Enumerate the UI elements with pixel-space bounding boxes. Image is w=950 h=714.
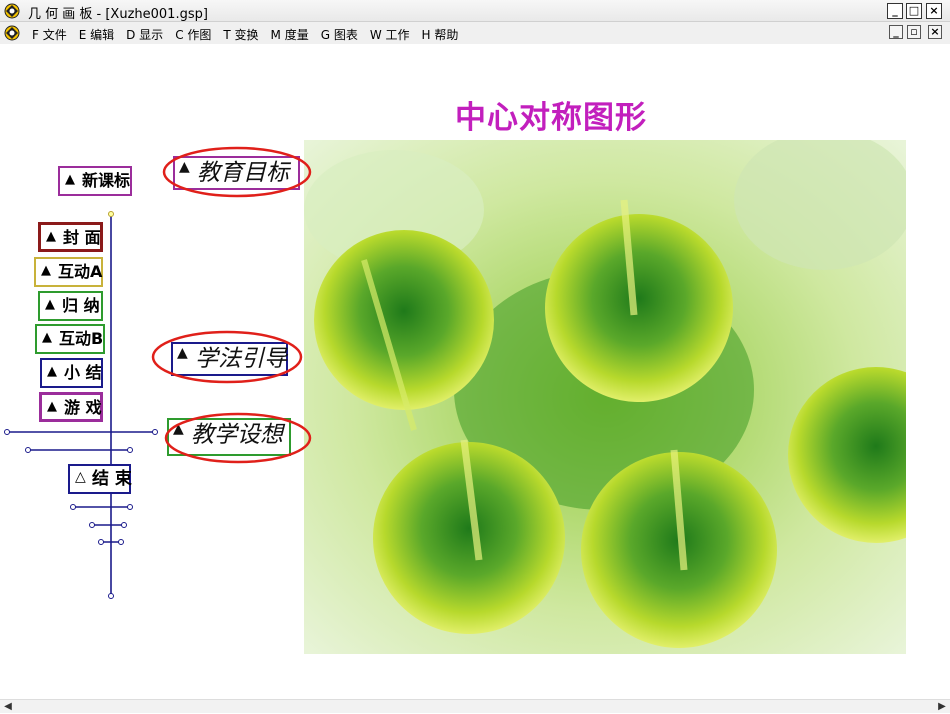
button-label: 互动A — [58, 262, 103, 281]
minimize-button[interactable]: _ — [887, 3, 903, 19]
end-button[interactable]: △ 结 束 — [68, 464, 132, 494]
doc-restore-button[interactable]: ▫ — [907, 25, 921, 39]
triangle-icon: ▲ — [45, 297, 55, 312]
green-leaves-photo — [304, 140, 906, 654]
button-label: 归 纳 — [62, 296, 100, 315]
interactive-b-button[interactable]: ▲ 互动B — [35, 324, 105, 354]
triangle-icon: ▲ — [41, 263, 51, 278]
button-label: 互动B — [59, 329, 104, 348]
close-button[interactable]: × — [926, 3, 942, 19]
new-curriculum-button[interactable]: ▲ 新课标 — [58, 166, 132, 196]
interactive-a-button[interactable]: ▲ 互动A — [34, 257, 103, 287]
button-label: 封 面 — [63, 228, 101, 247]
triangle-icon: ▲ — [47, 399, 57, 414]
button-label: 小 结 — [64, 363, 102, 382]
scroll-right-arrow-icon[interactable]: ▶ — [934, 700, 950, 714]
doc-minimize-button[interactable]: _ — [889, 25, 903, 39]
brief-summary-button[interactable]: ▲ 小 结 — [40, 358, 103, 388]
menu-help[interactable]: H 帮助 — [422, 26, 459, 43]
doc-close-button[interactable]: × — [928, 25, 942, 39]
highlight-ellipses — [151, 146, 312, 464]
maximize-button[interactable]: □ — [906, 3, 922, 19]
menu-graph[interactable]: G 图表 — [321, 26, 358, 43]
triangle-icon: ▲ — [47, 364, 57, 379]
triangle-icon: ▲ — [65, 172, 75, 187]
scroll-left-arrow-icon[interactable]: ◀ — [0, 700, 16, 714]
hollow-triangle-icon: △ — [75, 469, 86, 485]
game-button[interactable]: ▲ 游 戏 — [39, 392, 103, 422]
triangle-icon: ▲ — [42, 330, 52, 345]
page-title: 中心对称图形 — [455, 100, 647, 136]
triangle-icon: ▲ — [46, 229, 56, 244]
button-label: 新课标 — [82, 171, 131, 190]
cover-button[interactable]: ▲ 封 面 — [38, 222, 103, 252]
menu-work[interactable]: W 工作 — [370, 26, 410, 43]
button-label: 游 戏 — [64, 398, 102, 417]
summary-induction-button[interactable]: ▲ 归 纳 — [38, 291, 103, 321]
button-label: 结 束 — [92, 469, 132, 489]
leaves-illustration — [304, 140, 906, 654]
horizontal-scrollbar[interactable]: ◀ ▶ — [0, 699, 950, 713]
